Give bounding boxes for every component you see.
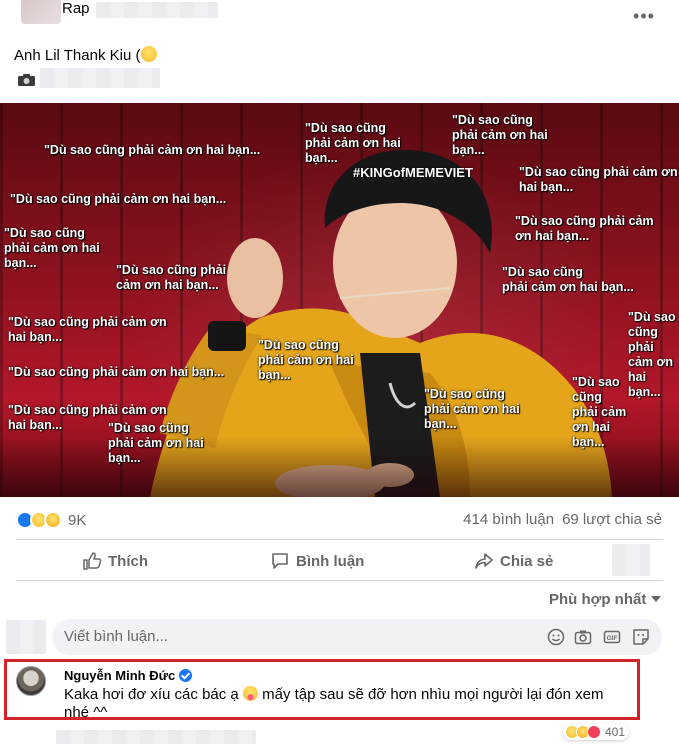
commenter-name-text: Nguyễn Minh Đức: [64, 668, 176, 683]
page-avatar[interactable]: [21, 0, 61, 24]
meme-caption: "Dù sao cũng phải cảm ơn hai bạn...: [10, 192, 227, 206]
reaction-count: 9K: [68, 511, 87, 529]
smile-emoji-icon: [141, 46, 158, 62]
redacted-name-area: [96, 2, 218, 18]
redacted-audience-area: [612, 544, 650, 576]
comment-text: Kaka hơi đơ xíu các bác ạ mấy tập sau sẽ…: [64, 686, 624, 722]
share-count-link[interactable]: 69 lượt chia sẻ: [562, 511, 662, 528]
meme-caption: "Dù sao cũng phải cảm ơn hai bạn...: [628, 310, 676, 399]
like-button-label: Thích: [108, 552, 148, 570]
comment-reactions[interactable]: 401: [563, 724, 630, 740]
engagement-stats: 414 bình luận 69 lượt chia sẻ: [463, 511, 662, 528]
comment-sort-dropdown[interactable]: Phù hợp nhất: [549, 591, 662, 608]
meme-caption: "Dù sao cũng phải cảm ơn hai bạn...: [8, 315, 167, 344]
meme-caption: "Dù sao cũng phải cảm ơn hai bạn...: [452, 113, 548, 157]
more-horizontal-icon[interactable]: •••: [632, 6, 656, 26]
love-reaction-icon: [587, 725, 601, 739]
emoji-icon[interactable]: [547, 628, 565, 646]
comment-button[interactable]: Bình luận: [270, 549, 364, 573]
speech-bubble-icon: [272, 553, 288, 569]
tongue-out-emoji-icon: [242, 686, 258, 701]
meme-caption: "Dù sao cũng phải cảm ơn hai bạn...: [44, 143, 261, 157]
meme-caption: "Dù sao cũng phải cảm ơn hai bạn...: [4, 226, 100, 270]
gif-icon[interactable]: GIF: [603, 628, 621, 646]
post-caption: Anh Lil Thank Kiu (: [14, 46, 158, 64]
sticker-icon[interactable]: [632, 628, 650, 646]
comment-input[interactable]: Viết bình luận... GIF: [52, 619, 662, 655]
like-button[interactable]: Thích: [82, 549, 148, 573]
meme-caption: "Dù sao cũng phải cảm ơn hai bạn...: [519, 165, 678, 194]
comment-text-part: Kaka hơi đơ xíu các bác ạ: [64, 686, 243, 703]
meme-caption: "Dù sao cũng phải cảm ơn hai bạn...: [515, 214, 654, 243]
sad-reaction-icon: [44, 511, 62, 529]
commenter-avatar[interactable]: [16, 666, 46, 696]
page-name[interactable]: Rap: [62, 0, 90, 17]
meme-caption: "Dù sao cũng phải cảm ơn hai bạn...: [116, 263, 227, 292]
share-button-label: Chia sẻ: [500, 552, 554, 570]
reaction-summary[interactable]: 9K: [16, 510, 86, 530]
meme-caption: "Dù sao cũng phải cảm ơn hai bạn...: [258, 338, 354, 382]
meme-caption: "Dù sao cũng phải cảm ơn hai bạn...: [305, 121, 401, 165]
comment-input-placeholder: Viết bình luận...: [64, 628, 168, 645]
divider: [16, 539, 663, 540]
share-arrow-icon: [475, 553, 493, 569]
meme-caption: "Dù sao cũng phải cảm ơn hai bạn...: [502, 265, 634, 294]
commenter-name[interactable]: Nguyễn Minh Đức: [64, 668, 193, 683]
comment-count-link[interactable]: 414 bình luận: [463, 511, 554, 528]
my-avatar: [6, 620, 46, 654]
caret-down-icon: [651, 596, 662, 602]
meme-hashtag: #KINGofMEMEVIET: [353, 165, 473, 180]
thumbs-up-icon: [83, 552, 102, 570]
camera-icon[interactable]: [574, 628, 592, 646]
divider: [16, 580, 663, 581]
redacted-next-comment: [56, 730, 256, 744]
post-image[interactable]: #KINGofMEMEVIET "Dù sao cũng phải cảm ơn…: [0, 103, 679, 497]
comment-button-label: Bình luận: [296, 552, 365, 570]
sort-label: Phù hợp nhất: [549, 591, 647, 608]
redacted-caption-area: [40, 68, 160, 88]
comment-reaction-count: 401: [605, 725, 626, 739]
meme-caption: "Dù sao cũng phải cảm ơn hai bạn...: [8, 365, 225, 379]
meme-caption: "Dù sao cũng phải cảm ơn hai bạn...: [572, 375, 627, 449]
post-caption-text: Anh Lil Thank Kiu (: [14, 47, 141, 64]
svg-text:GIF: GIF: [607, 635, 618, 642]
share-button[interactable]: Chia sẻ: [474, 549, 553, 573]
meme-caption: "Dù sao cũng phải cảm ơn hai bạn...: [424, 387, 520, 431]
meme-caption: "Dù sao cũng phải cảm ơn hai bạn...: [108, 421, 204, 465]
camera-icon: [18, 74, 35, 86]
verified-badge-icon: [179, 669, 193, 682]
